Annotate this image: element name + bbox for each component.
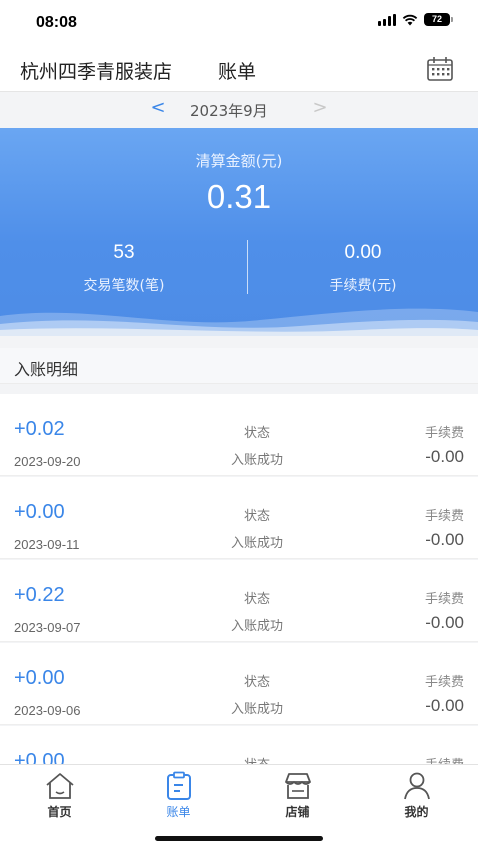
transaction-count-label: 交易笔数(笔)	[83, 278, 165, 294]
record-status-label: 状态	[243, 675, 270, 690]
list-item[interactable]: +0.22 2023-09-07 状态 入账成功 手续费 -0.00	[0, 560, 478, 642]
tab-label: 店铺	[285, 805, 310, 819]
summary-banner: 清算金额(元) 0.31 53 交易笔数(笔) 0.00 手续费(元)	[0, 128, 478, 336]
tab-home[interactable]: 首页	[0, 769, 119, 821]
record-status: 入账成功	[230, 619, 283, 634]
record-amount: +0.00	[14, 667, 65, 689]
record-amount: +0.00	[14, 501, 65, 523]
record-status-label: 状态	[243, 426, 270, 441]
record-date: 2023-09-11	[14, 537, 80, 552]
battery-icon: 72	[424, 13, 453, 26]
status-bar: 08:08 72	[0, 0, 478, 46]
wifi-icon	[402, 14, 418, 25]
tab-bill[interactable]: 账单	[119, 769, 238, 821]
settle-amount: 0.31	[206, 178, 272, 215]
record-amount: +0.22	[14, 584, 65, 606]
record-fee: -0.00	[425, 613, 464, 632]
record-fee-label: 手续费	[424, 426, 464, 441]
record-status: 入账成功	[230, 453, 283, 468]
record-fee-label: 手续费	[425, 754, 464, 764]
tab-label: 我的	[404, 805, 429, 819]
record-status-label: 状态	[200, 754, 314, 764]
section-header: 入账明细	[0, 348, 478, 384]
record-fee: -0.00	[425, 530, 464, 549]
settle-amount-label: 清算金额(元)	[195, 152, 283, 170]
tab-store[interactable]: 店铺	[238, 769, 357, 821]
signal-icon	[378, 13, 396, 26]
fee-total-label: 手续费(元)	[329, 278, 397, 294]
record-fee: -0.00	[425, 447, 464, 466]
record-date: 2023-09-06	[14, 703, 81, 718]
prev-month-button[interactable]: <	[148, 97, 168, 118]
record-fee-label: 手续费	[424, 675, 464, 690]
section-title: 入账明细	[14, 360, 79, 379]
profile-icon	[404, 772, 430, 800]
section-gap	[0, 336, 478, 348]
record-amount: +0.02	[14, 418, 65, 440]
record-fee: -0.00	[425, 696, 464, 715]
list-item[interactable]: +0.02 2023-09-20 状态 入账成功 手续费 -0.00	[0, 394, 478, 476]
list-item[interactable]: +0.00 2023-09-11 状态 入账成功 手续费 -0.00	[0, 477, 478, 559]
shop-name: 杭州四季青服装店	[20, 61, 173, 83]
app-header: 杭州四季青服装店 账单	[0, 46, 478, 92]
tab-label: 账单	[166, 805, 191, 819]
current-month[interactable]: 2023年9月	[190, 100, 268, 121]
record-status: 入账成功	[230, 702, 283, 717]
bill-icon	[167, 771, 191, 800]
status-icons: 72	[378, 13, 453, 26]
page-title: 账单	[218, 61, 257, 83]
records-list: +0.02 2023-09-20 状态 入账成功 手续费 -0.00 +0.00…	[0, 384, 478, 764]
record-fee-label: 手续费	[424, 509, 464, 524]
wave-decoration	[0, 308, 478, 336]
tab-profile[interactable]: 我的	[357, 769, 476, 821]
list-item[interactable]: +0.00 2023-09-06 状态 入账成功 手续费 -0.00	[0, 643, 478, 725]
fee-total: 0.00	[344, 242, 382, 263]
record-date: 2023-09-20	[14, 454, 81, 469]
next-month-button[interactable]: >	[310, 97, 330, 118]
status-time: 08:08	[36, 14, 77, 31]
month-selector: < 2023年9月 >	[0, 92, 478, 128]
list-item[interactable]: +0.00 状态 手续费	[0, 726, 478, 764]
record-status: 入账成功	[230, 536, 283, 551]
record-date: 2023-09-07	[14, 620, 81, 635]
record-fee-label: 手续费	[424, 592, 464, 607]
home-icon	[46, 773, 74, 799]
record-status-label: 状态	[243, 509, 270, 524]
record-status-label: 状态	[243, 592, 270, 607]
calendar-icon[interactable]	[426, 56, 454, 82]
store-icon	[285, 773, 311, 799]
tab-label: 首页	[47, 805, 72, 819]
home-indicator	[155, 836, 323, 841]
record-amount: +0.00	[14, 750, 65, 764]
transaction-count: 53	[113, 242, 135, 263]
